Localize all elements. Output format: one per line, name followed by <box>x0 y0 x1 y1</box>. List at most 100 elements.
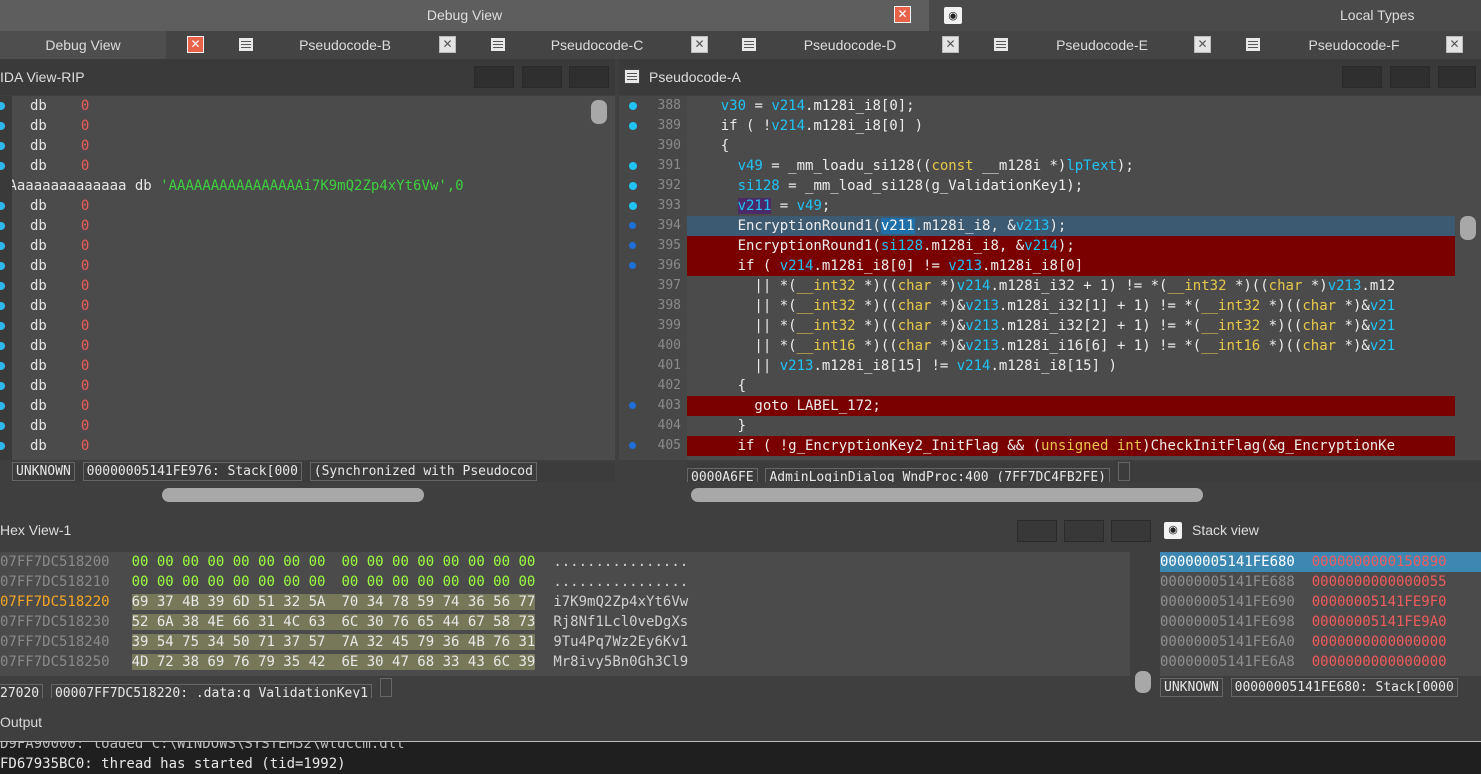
ida-line[interactable]: db 0 <box>0 196 590 216</box>
tab-pseudocode-f[interactable]: Pseudocode-F <box>1267 31 1441 59</box>
ida-line[interactable]: db 0 <box>0 416 590 436</box>
pseudocode-line[interactable]: || v213.m128i_i8[15] != v214.m128i_i8[15… <box>687 356 1455 376</box>
breakpoint-marker-icon[interactable] <box>0 222 5 230</box>
hex-header-close-button[interactable] <box>1111 520 1151 542</box>
tab-pseudocode-c[interactable]: Pseudocode-C <box>512 31 682 59</box>
stack-view-list[interactable]: 00000005141FE680 0000000000150890 0000000… <box>1160 552 1481 676</box>
pseudocode-line[interactable]: EncryptionRound1(si128.m128i_i8, &v214); <box>687 236 1455 256</box>
ida-line[interactable]: db 0 <box>0 316 590 336</box>
hex-row[interactable]: 07FF7DC518200 00 00 00 00 00 00 00 00 00 0… <box>0 552 1130 572</box>
stack-row[interactable]: 00000005141FE6A8 0000000000000000 <box>1160 652 1481 672</box>
breakpoint-marker-icon[interactable] <box>0 362 5 370</box>
tab-pseudocode-e[interactable]: Pseudocode-E <box>1015 31 1189 59</box>
pseudocode-line[interactable]: EncryptionRound1(v211.m128i_i8, &v213); <box>687 216 1455 236</box>
pseudocode-editor[interactable]: v30 = v214.m128i_i8[0]; if ( !v214.m128i… <box>687 96 1455 460</box>
pseudocode-header-button-2[interactable] <box>1390 66 1430 88</box>
ida-string-line[interactable]: aAaaaaaaaaaaaaa db 'AAAAAAAAAAAAAAAAi7K9… <box>0 176 590 196</box>
breakpoint-marker-icon[interactable] <box>0 382 5 390</box>
ida-line[interactable]: db 0 <box>0 156 590 176</box>
hex-row[interactable]: 07FF7DC518220 69 37 4B 39 6D 51 32 5A 70 3… <box>0 592 1130 612</box>
breakpoint-marker-icon[interactable] <box>0 142 5 150</box>
hex-header-button-1[interactable] <box>1017 520 1057 542</box>
breakpoint-marker-icon[interactable] <box>0 122 5 130</box>
ida-line[interactable]: db 0 <box>0 236 590 256</box>
ida-line[interactable]: db 0 <box>0 256 590 276</box>
hex-row[interactable]: 07FF7DC518230 52 6A 38 4E 66 31 4C 63 6C 3… <box>0 612 1130 632</box>
pseudocode-horizontal-scrollbar[interactable] <box>691 488 1203 502</box>
stack-row[interactable]: 00000005141FE698 00000005141FE9A0 <box>1160 612 1481 632</box>
pseudocode-line[interactable]: if ( !v214.m128i_i8[0] ) <box>687 116 1455 136</box>
breakpoint-marker-icon[interactable] <box>0 402 5 410</box>
pseudocode-line[interactable]: if ( v214.m128i_i8[0] != v213.m128i_i8[0… <box>687 256 1455 276</box>
close-tab-pseudocode-c-icon[interactable]: ✕ <box>691 36 708 53</box>
pseudocode-line[interactable]: || *(__int32 *)((char *)&v213.m128i_i32[… <box>687 296 1455 316</box>
pseudocode-line[interactable]: if ( !g_EncryptionKey2_InitFlag && (unsi… <box>687 436 1455 456</box>
close-tab-pseudocode-f-icon[interactable]: ✕ <box>1446 36 1463 53</box>
hex-row[interactable]: 07FF7DC518210 00 00 00 00 00 00 00 00 00 0… <box>0 572 1130 592</box>
ida-header-close-button[interactable] <box>569 66 609 88</box>
ida-string-value: 'AAAAAAAAAAAAAAAAi7K9mQ2Zp4xYt6Vw',0 <box>160 178 464 194</box>
pseudocode-line[interactable]: v49 = _mm_loadu_si128((const __m128i *)l… <box>687 156 1455 176</box>
stack-row[interactable]: 00000005141FE680 0000000000150890 <box>1160 552 1481 572</box>
pseudocode-line[interactable]: || *(__int32 *)((char *)&v213.m128i_i32[… <box>687 316 1455 336</box>
breakpoint-marker-icon[interactable] <box>0 202 5 210</box>
pseudocode-header-button-1[interactable] <box>1342 66 1382 88</box>
hex-row[interactable]: 07FF7DC518240 39 54 75 34 50 71 37 57 7A 3… <box>0 632 1130 652</box>
ida-line[interactable]: db 0 <box>0 356 590 376</box>
pseudocode-line[interactable]: si128 = _mm_load_si128(g_ValidationKey1)… <box>687 176 1455 196</box>
tab-debug-view[interactable]: Debug View <box>0 31 166 59</box>
ida-line[interactable]: db 0 <box>0 376 590 396</box>
breakpoint-marker-icon[interactable] <box>0 322 5 330</box>
pseudocode-line[interactable]: || *(__int16 *)((char *)&v213.m128i_i16[… <box>687 336 1455 356</box>
ida-line[interactable]: db 0 <box>0 136 590 156</box>
pseudocode-vertical-scrollbar[interactable] <box>1460 216 1476 240</box>
pseudocode-line[interactable]: goto LABEL_172; <box>687 396 1455 416</box>
close-tab-debug-view-icon[interactable]: ✕ <box>187 36 204 53</box>
ida-header-button-2[interactable] <box>522 66 562 88</box>
breakpoint-marker-icon[interactable] <box>0 162 5 170</box>
close-tab-pseudocode-d-icon[interactable]: ✕ <box>942 36 959 53</box>
hex-dump-view[interactable]: 07FF7DC518200 00 00 00 00 00 00 00 00 00 0… <box>0 552 1130 676</box>
ida-horizontal-scrollbar[interactable] <box>162 488 424 502</box>
breakpoint-marker-icon[interactable] <box>0 262 5 270</box>
ida-line[interactable]: db 0 <box>0 436 590 456</box>
pseudocode-line[interactable]: v30 = v214.m128i_i8[0]; <box>687 96 1455 116</box>
close-debug-view-icon[interactable]: ✕ <box>894 6 911 23</box>
tab-pseudocode-b[interactable]: Pseudocode-B <box>260 31 430 59</box>
breakpoint-marker-icon[interactable] <box>0 442 5 450</box>
stack-row[interactable]: 00000005141FE6A0 0000000000000000 <box>1160 632 1481 652</box>
pseudocode-line[interactable]: { <box>687 376 1455 396</box>
pseudocode-line[interactable]: } <box>687 416 1455 436</box>
ida-line[interactable]: db 0 <box>0 336 590 356</box>
ida-header-button-1[interactable] <box>474 66 514 88</box>
pseudocode-line[interactable]: || *(__int32 *)((char *)v214.m128i_i32 +… <box>687 276 1455 296</box>
ida-line[interactable]: db 0 <box>0 96 590 116</box>
pseudocode-header-close-button[interactable] <box>1438 66 1476 88</box>
ida-line[interactable]: db 0 <box>0 216 590 236</box>
ida-db-keyword: db <box>30 338 47 354</box>
close-tab-pseudocode-b-icon[interactable]: ✕ <box>439 36 456 53</box>
stack-row[interactable]: 00000005141FE690 00000005141FE9F0 <box>1160 592 1481 612</box>
ida-disassembly-view[interactable]: db 0 db 0 db 0 db 0 aAaaaaaaaaaaaaa db 'AAAAAAAA… <box>0 96 615 460</box>
hex-row[interactable]: 07FF7DC518250 4D 72 38 69 76 79 35 42 6E 3… <box>0 652 1130 672</box>
hex-vertical-scrollbar[interactable] <box>1135 671 1151 693</box>
breakpoint-marker-icon[interactable] <box>0 102 5 110</box>
ida-vertical-scrollbar[interactable] <box>591 100 607 124</box>
pseudocode-line[interactable]: v211 = v49; <box>687 196 1455 216</box>
breakpoint-marker-icon[interactable] <box>0 242 5 250</box>
tab-pseudocode-d[interactable]: Pseudocode-D <box>763 31 937 59</box>
breakpoint-marker-icon[interactable] <box>0 282 5 290</box>
breakpoint-marker-icon[interactable] <box>0 302 5 310</box>
ida-line[interactable]: db 0 <box>0 276 590 296</box>
breakpoint-marker-icon[interactable] <box>0 342 5 350</box>
ida-line[interactable]: db 0 <box>0 296 590 316</box>
breakpoint-marker-icon[interactable] <box>0 422 5 430</box>
ida-line[interactable]: db 0 <box>0 116 590 136</box>
hex-header-button-2[interactable] <box>1064 520 1104 542</box>
ida-line[interactable]: db 0 <box>0 396 590 416</box>
ida-value: 0 <box>80 258 90 274</box>
stack-row[interactable]: 00000005141FE688 0000000000000055 <box>1160 572 1481 592</box>
output-log[interactable]: D9FA90000: loaded C:\WINDOWS\SYSTEM32\wt… <box>0 742 1481 774</box>
close-tab-pseudocode-e-icon[interactable]: ✕ <box>1194 36 1211 53</box>
pseudocode-line[interactable]: { <box>687 136 1455 156</box>
